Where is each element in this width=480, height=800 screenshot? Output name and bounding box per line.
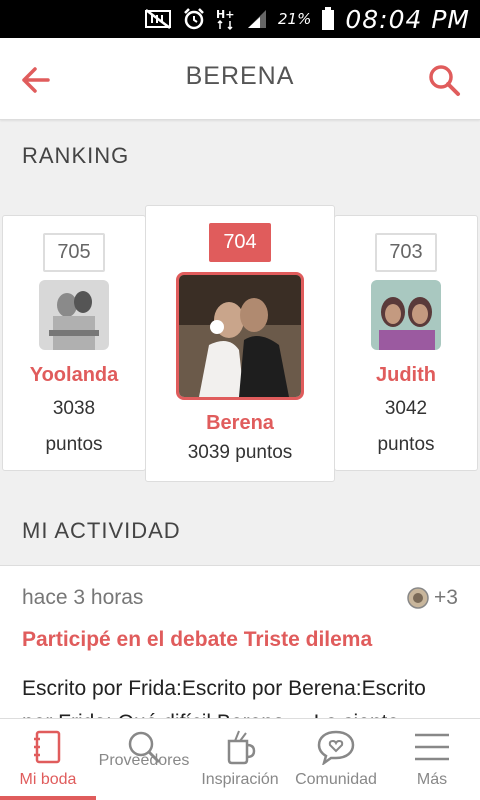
nav-item-comunidad[interactable]: Comunidad — [288, 719, 384, 800]
ranking-section-title: RANKING — [22, 143, 130, 168]
nav-item-inspiracion[interactable]: Inspiración — [192, 719, 288, 800]
clock: 08:04 PM — [345, 4, 470, 34]
mug-icon — [227, 730, 256, 765]
ranking-card-left[interactable]: 705 Yoolanda 3038 puntos — [2, 215, 146, 471]
avatar — [39, 280, 109, 350]
rank-number-current: 704 — [209, 223, 271, 262]
app-header: BERENA — [0, 38, 480, 120]
svg-text:H+: H+ — [216, 8, 234, 21]
rank-number: 705 — [43, 233, 105, 272]
ranking-name-current: Berena — [206, 412, 274, 434]
search-button[interactable] — [424, 60, 464, 100]
activity-link[interactable]: Participé en el debate Triste dilema — [22, 628, 372, 652]
nav-label: Proveedores — [98, 752, 190, 769]
notebook-icon — [34, 730, 61, 764]
activity-participant-count: +3 — [434, 586, 458, 609]
ranking-card-center[interactable]: 704 Berena 3039 puntos — [145, 205, 335, 482]
nav-label: Mi boda — [19, 771, 77, 788]
rank-number: 703 — [375, 233, 437, 272]
activity-time: hace 3 horas — [22, 586, 144, 609]
search-icon — [429, 65, 460, 96]
nav-item-mi-boda[interactable]: Mi boda — [0, 719, 96, 800]
activity-participants[interactable]: +3 — [406, 586, 458, 610]
alarm-icon — [184, 8, 204, 30]
participant-avatar-icon — [407, 587, 429, 609]
ranking-points: 3042 — [384, 398, 428, 419]
ranking-points-current: 3039 puntos — [187, 442, 293, 463]
page-title: BERENA — [185, 62, 295, 90]
activity-item[interactable]: hace 3 horas +3 Participé en el debate T… — [0, 565, 480, 720]
avatar — [371, 280, 441, 350]
chat-heart-icon — [317, 730, 355, 765]
activity-section-title: MI ACTIVIDAD — [22, 518, 181, 543]
nav-item-mas[interactable]: Más — [384, 719, 480, 800]
ranking-points: 3038 — [52, 398, 96, 419]
nav-item-proveedores[interactable]: Proveedores — [96, 719, 192, 800]
nav-label: Más — [416, 771, 448, 788]
menu-icon — [415, 733, 449, 761]
battery-percent: 21% — [278, 10, 312, 28]
signal-icon — [248, 10, 267, 28]
network-hplus-icon: H+ — [216, 8, 234, 31]
activity-body: Escrito por Frida:Escrito por Berena:Esc… — [22, 677, 426, 720]
ranking-points-unit: puntos — [45, 434, 103, 455]
status-bar: H+ 21% 08:04 PM — [0, 0, 480, 38]
bottom-nav: Mi boda Proveedores Inspiración Comunida… — [0, 718, 480, 800]
status-icons: H+ 21% 08:04 PM — [144, 4, 470, 34]
ranking-name: Yoolanda — [29, 364, 119, 386]
avatar-current-user — [176, 272, 304, 400]
mute-icon — [145, 9, 172, 29]
battery-icon — [322, 7, 335, 30]
ranking-points-unit: puntos — [377, 434, 435, 455]
ranking-name: Judith — [376, 364, 436, 386]
ranking-card-right[interactable]: 703 Judith 3042 puntos — [334, 215, 478, 471]
